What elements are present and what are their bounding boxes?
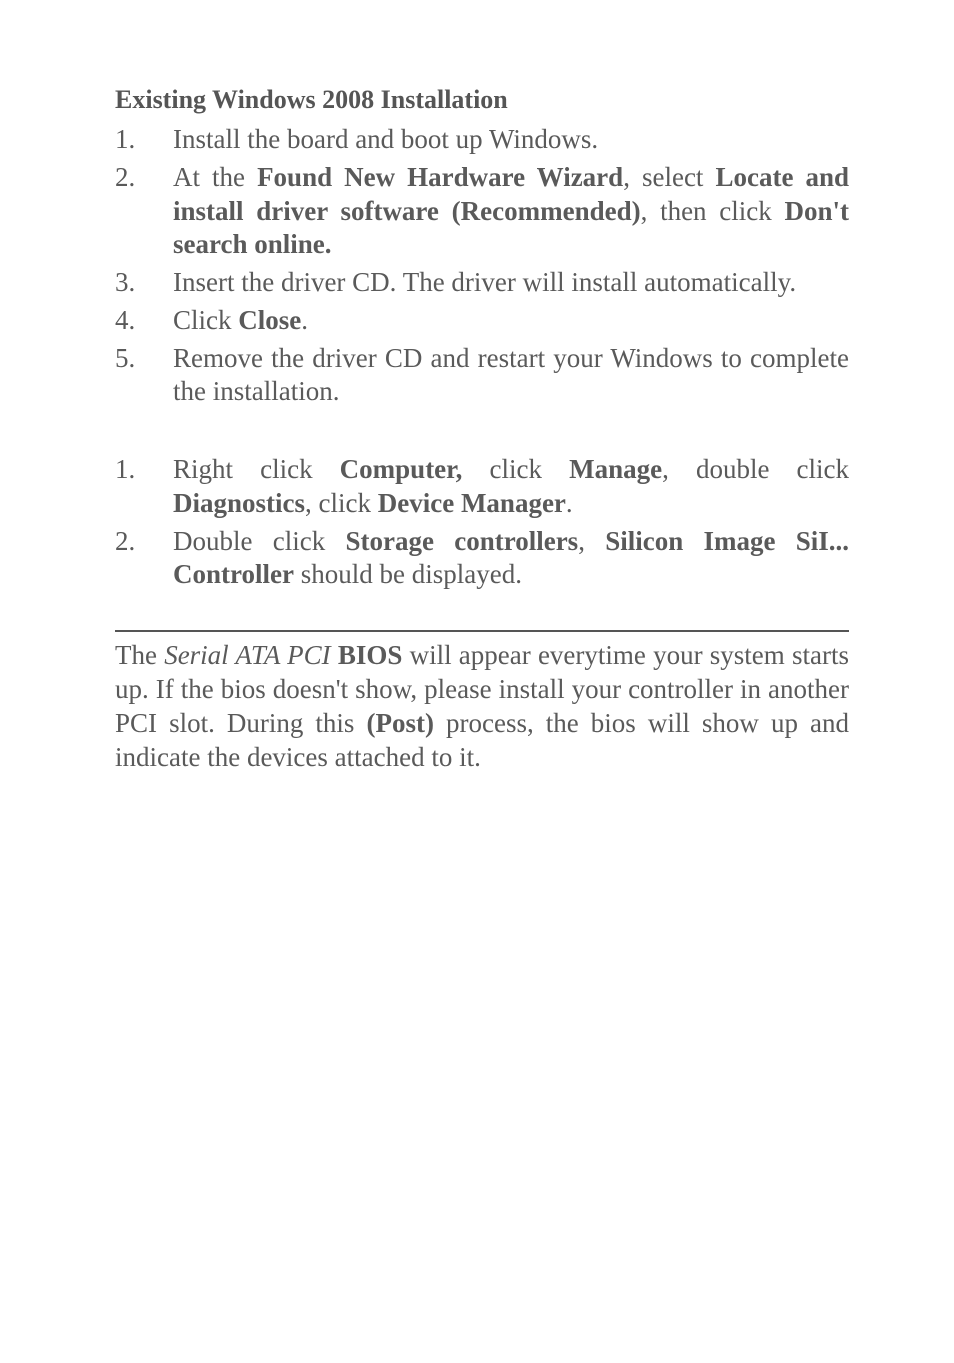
bold-text: (Post) (366, 708, 433, 738)
list-item: 1. Install the board and boot up Windows… (115, 123, 849, 157)
list-item: 2. Double click Storage controllers, Sil… (115, 525, 849, 593)
list-number: 1. (115, 123, 173, 157)
list-text: Insert the driver CD. The driver will in… (173, 266, 849, 300)
list-text: At the Found New Hardware Wizard, select… (173, 161, 849, 262)
bold-text: BIOS (338, 640, 403, 670)
paragraph: The Serial ATA PCI BIOS will appear ever… (115, 638, 849, 774)
text: The (115, 640, 164, 670)
list-item: 5. Remove the driver CD and restart your… (115, 342, 849, 410)
bold-text: Computer, (340, 454, 463, 484)
list-text: Double click Storage controllers, Silico… (173, 525, 849, 593)
bold-text: Diagnostics (173, 488, 305, 518)
list-number: 5. (115, 342, 173, 410)
list-text: Click Close. (173, 304, 849, 338)
text: , click (305, 488, 378, 518)
bold-text: Found New Hardware Wizard (257, 162, 623, 192)
text: should be displayed. (294, 559, 522, 589)
list-number: 3. (115, 266, 173, 300)
list-item: 2. At the Found New Hardware Wizard, sel… (115, 161, 849, 262)
list-text: Remove the driver CD and restart your Wi… (173, 342, 849, 410)
text: , double click (662, 454, 849, 484)
spacer (115, 413, 849, 453)
list-number: 1. (115, 453, 173, 521)
list-text: Install the board and boot up Windows. (173, 123, 849, 157)
text (331, 640, 338, 670)
section-heading: Existing Windows 2008 Installation (115, 85, 849, 115)
divider (115, 630, 849, 632)
list-number: 4. (115, 304, 173, 338)
list-item: 4. Click Close. (115, 304, 849, 338)
bold-text: Close (238, 305, 301, 335)
list-number: 2. (115, 161, 173, 262)
list-item: 3. Insert the driver CD. The driver will… (115, 266, 849, 300)
bold-text: Storage controllers (345, 526, 578, 556)
text: Double click (173, 526, 345, 556)
text: . (301, 305, 308, 335)
text: , (578, 526, 605, 556)
text: , then click (641, 196, 785, 226)
text: click (462, 454, 569, 484)
text: Right click (173, 454, 340, 484)
list-item: 1. Right click Computer, click Manage, d… (115, 453, 849, 521)
text: , select (623, 162, 715, 192)
text: At the (173, 162, 257, 192)
italic-text: Serial ATA PCI (164, 640, 330, 670)
list-text: Right click Computer, click Manage, doub… (173, 453, 849, 521)
text: Click (173, 305, 238, 335)
text: . (566, 488, 573, 518)
list-number: 2. (115, 525, 173, 593)
bold-text: Device Manager (378, 488, 566, 518)
bold-text: Manage (569, 454, 662, 484)
